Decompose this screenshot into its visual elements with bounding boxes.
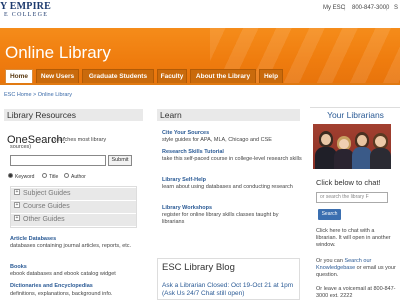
- dictionaries-desc: definitions, explanations, background in…: [10, 291, 113, 297]
- expand-plus-icon: +: [14, 202, 20, 209]
- onesearch-input[interactable]: [10, 155, 106, 166]
- guide-label: Subject Guides: [23, 190, 71, 197]
- research-skills-link[interactable]: Research Skills Tutorial: [162, 149, 224, 155]
- expand-plus-icon: +: [14, 189, 20, 196]
- breadcrumb[interactable]: ESC Home > Online Library: [4, 92, 72, 98]
- tab-graduate-students[interactable]: Graduate Students: [82, 69, 154, 83]
- cite-sources-link[interactable]: Cite Your Sources: [162, 130, 209, 136]
- chat-search-button[interactable]: Search: [318, 209, 341, 220]
- phone-number: 800-847-3000: [352, 5, 390, 11]
- your-librarians-heading: Your Librarians: [327, 110, 384, 120]
- library-resources-heading: Library Resources: [4, 109, 143, 121]
- top-link-separator: |: [386, 5, 388, 11]
- tab-home[interactable]: Home: [5, 69, 33, 83]
- library-self-help-link[interactable]: Library Self-Help: [162, 177, 206, 183]
- tab-help[interactable]: Help: [259, 69, 283, 83]
- radio-label: Keyword: [15, 174, 35, 180]
- onesearch-note-continued: sources): [10, 144, 32, 150]
- logo-line-2: E COLLEGE: [4, 12, 49, 18]
- submit-button[interactable]: Submit: [108, 155, 132, 166]
- tab-faculty[interactable]: Faculty: [157, 69, 187, 83]
- radio-dot-icon: [42, 173, 47, 179]
- radio-label: Title: [49, 174, 59, 180]
- chat-search-input[interactable]: or search the library F: [316, 192, 388, 203]
- guide-label: Course Guides: [23, 203, 70, 210]
- course-guides-toggle[interactable]: + Course Guides: [11, 201, 136, 213]
- knowledgebase-text: Or you can Search our Knowledgebase or e…: [316, 258, 396, 279]
- top-link-truncated[interactable]: S: [394, 5, 398, 11]
- top-link-separator: |: [344, 5, 346, 11]
- expand-plus-icon: +: [14, 215, 20, 222]
- top-bar: Y EMPIRE E COLLEGE My ESC | 800-847-3000…: [0, 0, 400, 28]
- onesearch-note: (searches most library: [52, 137, 107, 143]
- books-desc: ebook databases and ebook catalog widget: [10, 271, 116, 277]
- blog-post-link[interactable]: Ask a Librarian Closed: Oct 19-Oct 21 at…: [162, 282, 297, 298]
- radio-author[interactable]: Author: [64, 173, 86, 180]
- research-skills-desc: take this self-paced course in college-l…: [162, 156, 302, 162]
- dictionaries-link[interactable]: Dictionaries and Encyclopedias: [10, 283, 93, 289]
- librarian-figure: [352, 130, 372, 169]
- library-self-help-desc: learn about using databases and conducti…: [162, 184, 293, 190]
- learn-heading: Learn: [157, 109, 300, 121]
- chat-label: Click below to chat!: [316, 178, 381, 187]
- librarian-figure: [370, 131, 391, 169]
- college-logo[interactable]: Y EMPIRE E COLLEGE: [0, 0, 60, 24]
- article-databases-link[interactable]: Article Databases: [10, 236, 56, 242]
- tab-new-users[interactable]: New Users: [36, 69, 79, 83]
- divider: [310, 107, 400, 108]
- chat-instructions[interactable]: Click here to chat with a librarian. It …: [316, 228, 396, 249]
- other-guides-toggle[interactable]: + Other Guides: [11, 214, 136, 226]
- librarian-figure: [334, 133, 354, 169]
- books-link[interactable]: Books: [10, 264, 27, 270]
- radio-keyword[interactable]: Keyword: [8, 173, 35, 180]
- radio-dot-icon: [8, 173, 13, 179]
- radio-label: Author: [71, 174, 86, 180]
- radio-dot-icon: [64, 173, 69, 179]
- library-workshops-link[interactable]: Library Workshops: [162, 205, 212, 211]
- cite-sources-desc: style guides for APA, MLA, Chicago and C…: [162, 137, 272, 143]
- or-text: Or you can: [316, 258, 345, 264]
- logo-line-1: Y EMPIRE: [0, 1, 51, 12]
- page-title: Online Library: [5, 43, 111, 62]
- article-databases-desc: databases containing journal articles, r…: [10, 243, 132, 249]
- my-esc-link[interactable]: My ESC: [323, 5, 345, 11]
- nav-underline: [0, 83, 400, 85]
- subject-guides-toggle[interactable]: + Subject Guides: [11, 188, 136, 200]
- blog-title: ESC Library Blog: [162, 262, 235, 273]
- guides-accordion: + Subject Guides + Course Guides + Other Gu…: [10, 186, 137, 228]
- librarians-photo: [313, 124, 391, 169]
- voicemail-text: Or leave a voicemail at 800-847-3000 ext…: [316, 286, 396, 299]
- guide-label: Other Guides: [23, 216, 65, 223]
- library-workshops-desc: register for online library skills class…: [162, 212, 279, 225]
- tab-about-the-library[interactable]: About the Library: [190, 69, 256, 83]
- radio-title[interactable]: Title: [42, 173, 59, 180]
